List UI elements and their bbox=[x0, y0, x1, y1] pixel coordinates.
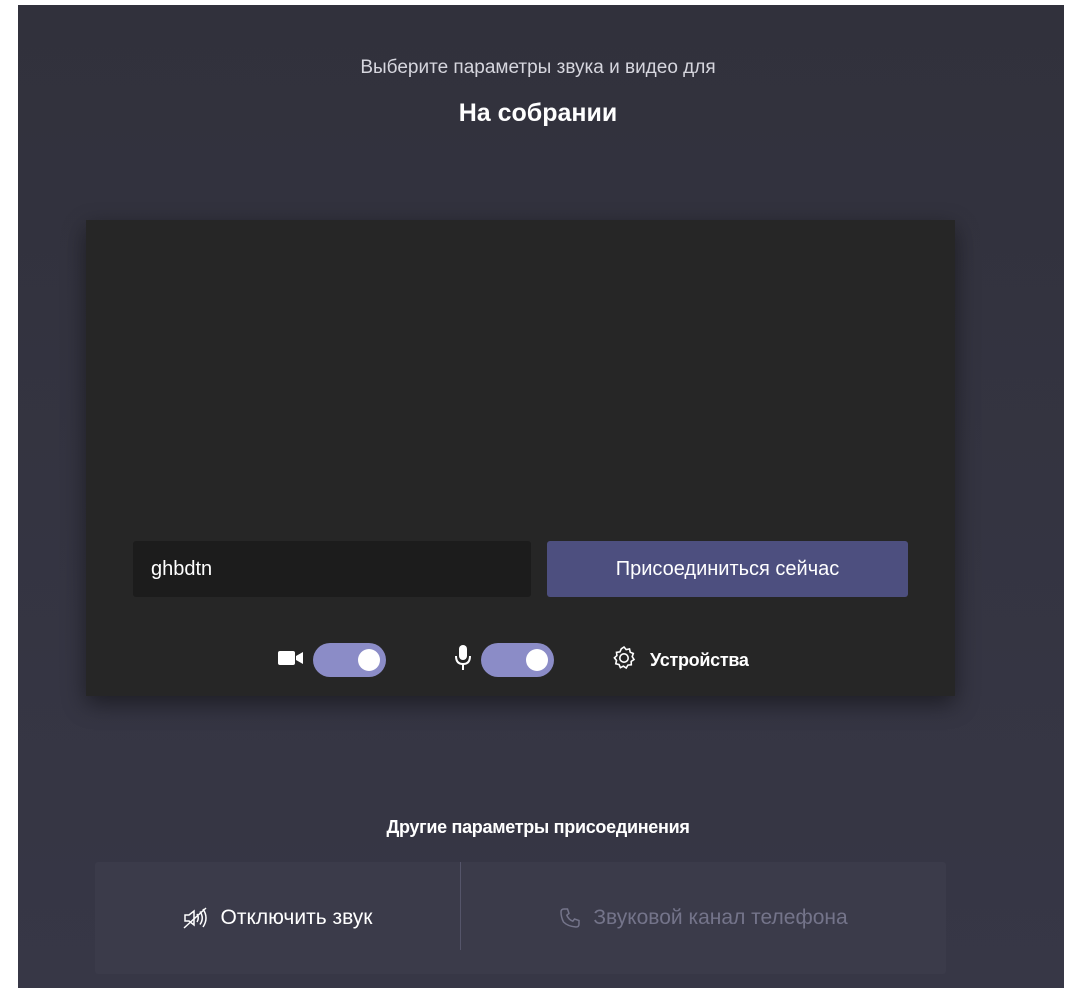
phone-icon bbox=[559, 907, 581, 929]
phone-audio-option[interactable]: Звуковой канал телефона bbox=[461, 862, 946, 974]
camera-icon bbox=[278, 648, 304, 673]
mic-toggle[interactable] bbox=[481, 643, 554, 677]
devices-label: Устройства bbox=[650, 649, 749, 670]
microphone-icon bbox=[454, 644, 472, 677]
other-join-options-panel: Отключить звук Звуковой канал телефона bbox=[95, 862, 946, 974]
mic-control bbox=[454, 640, 554, 680]
app-window: Выберите параметры звука и видео для На … bbox=[0, 0, 1071, 988]
mic-toggle-knob bbox=[526, 649, 548, 671]
camera-toggle[interactable] bbox=[313, 643, 386, 677]
prejoin-screen: Выберите параметры звука и видео для На … bbox=[18, 5, 1064, 988]
prejoin-subtitle: Выберите параметры звука и видео для bbox=[360, 57, 716, 78]
av-controls: Устройства bbox=[86, 640, 955, 680]
other-join-options-heading: Другие параметры присоединения bbox=[386, 817, 690, 837]
display-name-input[interactable] bbox=[133, 541, 531, 597]
devices-button[interactable]: Устройства bbox=[610, 640, 749, 680]
camera-toggle-knob bbox=[358, 649, 380, 671]
video-preview: Присоединиться сейчас bbox=[86, 220, 955, 696]
phone-audio-label: Звуковой канал телефона bbox=[593, 906, 848, 929]
camera-control bbox=[278, 640, 386, 680]
mute-audio-label: Отключить звук bbox=[220, 906, 373, 929]
gear-icon bbox=[610, 644, 638, 677]
speaker-off-icon bbox=[182, 906, 209, 930]
join-now-button[interactable]: Присоединиться сейчас bbox=[547, 541, 908, 597]
meeting-title: На собрании bbox=[458, 99, 618, 127]
mute-audio-option[interactable]: Отключить звук bbox=[95, 862, 460, 974]
